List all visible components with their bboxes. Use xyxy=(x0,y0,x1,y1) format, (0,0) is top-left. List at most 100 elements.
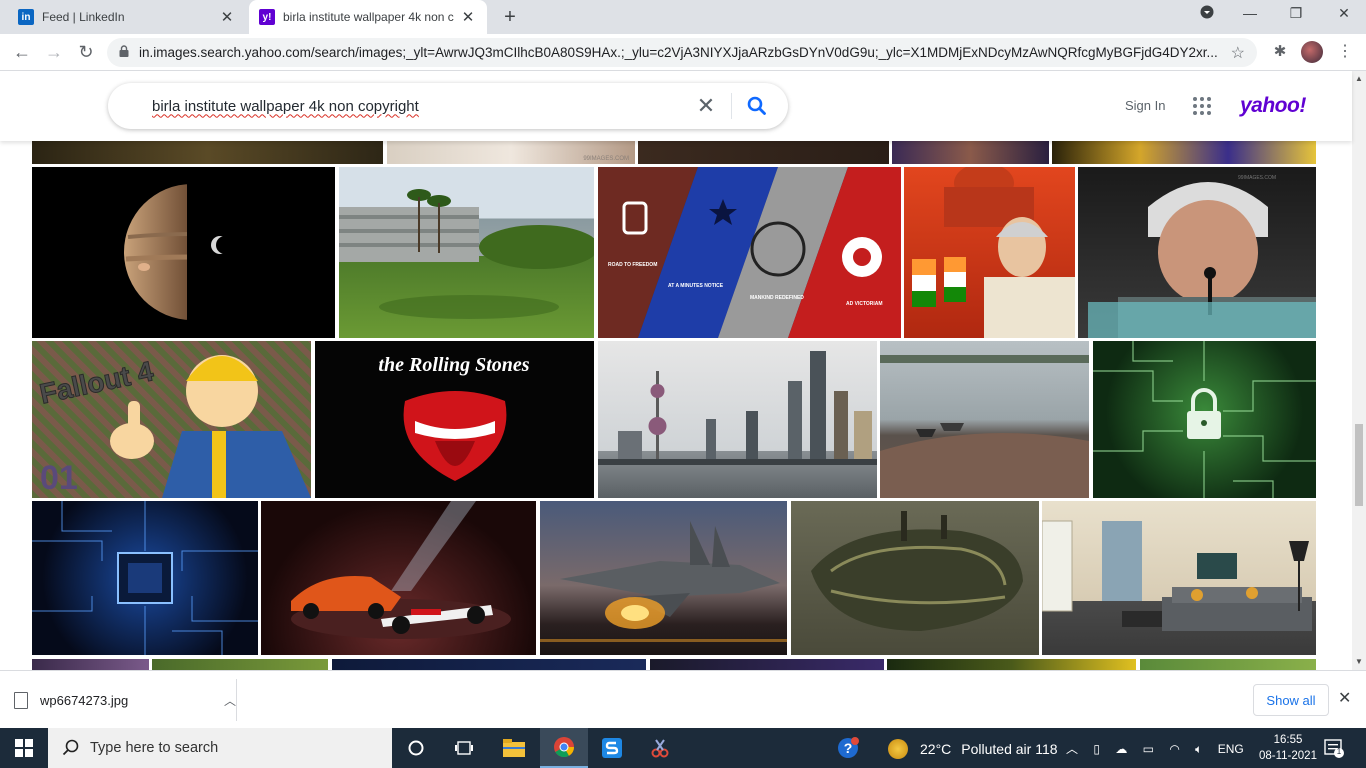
yahoo-logo[interactable]: yahoo! xyxy=(1240,94,1306,118)
faction-label: MANKIND REDEFINED xyxy=(750,295,804,301)
image-thumbnail-fallout-factions[interactable]: ROAD TO FREEDOM AT A MINUTES NOTICE MANK… xyxy=(598,167,901,338)
image-thumbnail-boats-lake[interactable] xyxy=(880,341,1089,498)
download-item[interactable]: wp6674273.jpg ︿ xyxy=(14,683,236,717)
weather-icon xyxy=(888,739,908,759)
image-thumbnail[interactable] xyxy=(1140,659,1316,670)
avatar[interactable] xyxy=(1301,41,1323,63)
taskbar-search-placeholder: Type here to search xyxy=(90,740,219,756)
image-thumbnail[interactable] xyxy=(1052,141,1316,164)
new-tab-button[interactable]: + xyxy=(500,6,520,29)
image-thumbnail[interactable] xyxy=(332,659,646,670)
taskbar-search-box[interactable]: Type here to search xyxy=(48,728,392,768)
minimize-button[interactable]: — xyxy=(1238,5,1262,21)
image-thumbnail[interactable] xyxy=(892,141,1049,164)
system-tray: ︿ ▯ ☁ ▭ ◠ 🔈︎ ENG xyxy=(1066,740,1244,757)
image-thumbnail[interactable] xyxy=(887,659,1136,670)
watermark-text: 99IMAGES.COM xyxy=(583,156,629,162)
faction-label: AT A MINUTES NOTICE xyxy=(668,283,724,289)
image-thumbnail-airship[interactable] xyxy=(791,501,1039,655)
back-button[interactable]: ← xyxy=(10,40,34,64)
image-thumbnail[interactable] xyxy=(650,659,884,670)
snipping-tool-icon[interactable] xyxy=(636,728,684,768)
image-thumbnail-sports-cars[interactable] xyxy=(261,501,536,655)
apps-grid-icon[interactable] xyxy=(1193,97,1211,115)
weather-temperature: 22°C xyxy=(920,741,952,757)
extensions-icon[interactable]: ✱ xyxy=(1268,40,1292,64)
battery-icon[interactable]: ▭ xyxy=(1143,742,1154,756)
faction-label: AD VICTORIAM xyxy=(846,301,883,307)
game-title-text: Fallout 4 xyxy=(37,355,156,409)
reload-button[interactable]: ↻ xyxy=(74,40,98,64)
help-icon[interactable]: ? xyxy=(824,728,872,768)
image-thumbnail-fallout4[interactable]: Fallout 4 01 xyxy=(32,341,311,498)
svg-text:?: ? xyxy=(844,740,853,756)
chrome-icon[interactable] xyxy=(540,728,588,768)
chevron-up-icon[interactable]: ︿ xyxy=(224,692,236,709)
file-icon xyxy=(14,691,28,709)
image-thumbnail-rolling-stones[interactable]: the Rolling Stones xyxy=(315,341,594,498)
weather-description: Polluted air 118 xyxy=(961,741,1058,757)
app-s-icon[interactable] xyxy=(588,728,636,768)
image-thumbnail-circuit-lock[interactable] xyxy=(1093,341,1316,498)
address-bar[interactable]: in.images.search.yahoo.com/search/images… xyxy=(107,38,1257,67)
windows-start-icon[interactable] xyxy=(0,728,48,768)
system-clock[interactable]: 16:55 08-11-2021 xyxy=(1258,732,1318,764)
search-icon xyxy=(62,739,79,756)
cloud-icon[interactable]: ☁ xyxy=(1115,742,1127,756)
scroll-down-icon[interactable]: ▼ xyxy=(1355,657,1363,666)
forward-button[interactable]: → xyxy=(42,40,66,64)
task-view-icon[interactable] xyxy=(440,728,488,768)
image-thumbnail-fighter-jet[interactable] xyxy=(540,501,787,655)
chevron-up-icon[interactable]: ︿ xyxy=(1066,742,1078,756)
notification-center-icon[interactable]: 1 xyxy=(1324,738,1344,758)
image-thumbnail[interactable] xyxy=(152,659,328,670)
close-tab-icon[interactable]: ✕ xyxy=(459,8,477,26)
file-explorer-icon[interactable] xyxy=(490,728,538,768)
image-thumbnail[interactable] xyxy=(32,659,149,670)
image-thumbnail-jupiter[interactable] xyxy=(32,167,335,338)
image-thumbnail[interactable] xyxy=(32,141,383,164)
image-thumbnail-living-room[interactable] xyxy=(1042,501,1316,655)
windows-taskbar: Type here to search ? 22°C Polluted air … xyxy=(0,728,1366,768)
search-input[interactable]: birla institute wallpaper 4k non copyrig… xyxy=(152,98,691,115)
clock-time: 16:55 xyxy=(1273,734,1303,746)
scroll-up-icon[interactable]: ▲ xyxy=(1355,74,1363,83)
scrollbar-thumb[interactable] xyxy=(1355,424,1363,506)
vertical-scrollbar[interactable]: ▲ ▼ xyxy=(1352,71,1366,670)
image-thumbnail-kalam-speech[interactable]: 99IMAGES.COM xyxy=(1078,167,1316,338)
image-thumbnail-shanghai-skyline[interactable] xyxy=(598,341,877,498)
weather-widget[interactable]: 22°C Polluted air 118 xyxy=(888,739,1058,759)
profile-menu-icon[interactable] xyxy=(1195,5,1219,22)
restore-button[interactable]: ❐ xyxy=(1284,5,1308,22)
cortana-icon[interactable] xyxy=(392,728,440,768)
language-indicator[interactable]: ENG xyxy=(1218,742,1244,756)
show-all-button[interactable]: Show all xyxy=(1253,684,1329,716)
image-thumbnail[interactable]: 99IMAGES.COM xyxy=(387,141,635,164)
bookmark-star-icon[interactable]: ☆ xyxy=(1231,43,1245,63)
image-thumbnail-blue-chip[interactable] xyxy=(32,501,258,655)
tab-linkedin[interactable]: in Feed | LinkedIn ✕ xyxy=(8,0,246,34)
search-box[interactable]: birla institute wallpaper 4k non copyrig… xyxy=(108,83,788,129)
device-icon[interactable]: ▯ xyxy=(1093,742,1100,756)
tab-title: Feed | LinkedIn xyxy=(42,10,125,24)
wifi-icon[interactable]: ◠ xyxy=(1169,742,1179,756)
close-tab-icon[interactable]: ✕ xyxy=(218,8,236,26)
search-icon[interactable] xyxy=(742,91,772,121)
tab-yahoo-images[interactable]: y! birla institute wallpaper 4k non c ✕ xyxy=(249,0,487,34)
image-thumbnail[interactable] xyxy=(638,141,889,164)
divider xyxy=(731,93,732,119)
clear-search-icon[interactable]: ✕ xyxy=(691,93,721,119)
image-thumbnail-kalam-flags[interactable] xyxy=(904,167,1075,338)
download-shelf: wp6674273.jpg ︿ Show all ✕ xyxy=(0,670,1366,728)
yahoo-favicon-icon: y! xyxy=(259,9,275,25)
close-window-button[interactable]: ✕ xyxy=(1332,5,1356,22)
faction-label: ROAD TO FREEDOM xyxy=(608,262,657,268)
band-logo-text: the Rolling Stones xyxy=(378,354,529,376)
url-text: in.images.search.yahoo.com/search/images… xyxy=(139,45,1218,60)
volume-icon[interactable]: 🔈︎ xyxy=(1195,742,1202,756)
yahoo-header: birla institute wallpaper 4k non copyrig… xyxy=(0,71,1352,141)
image-thumbnail-campus[interactable] xyxy=(339,167,594,338)
sign-in-link[interactable]: Sign In xyxy=(1125,98,1165,113)
close-download-bar-icon[interactable]: ✕ xyxy=(1338,688,1351,708)
browser-menu-icon[interactable]: ⋮ xyxy=(1333,40,1357,64)
